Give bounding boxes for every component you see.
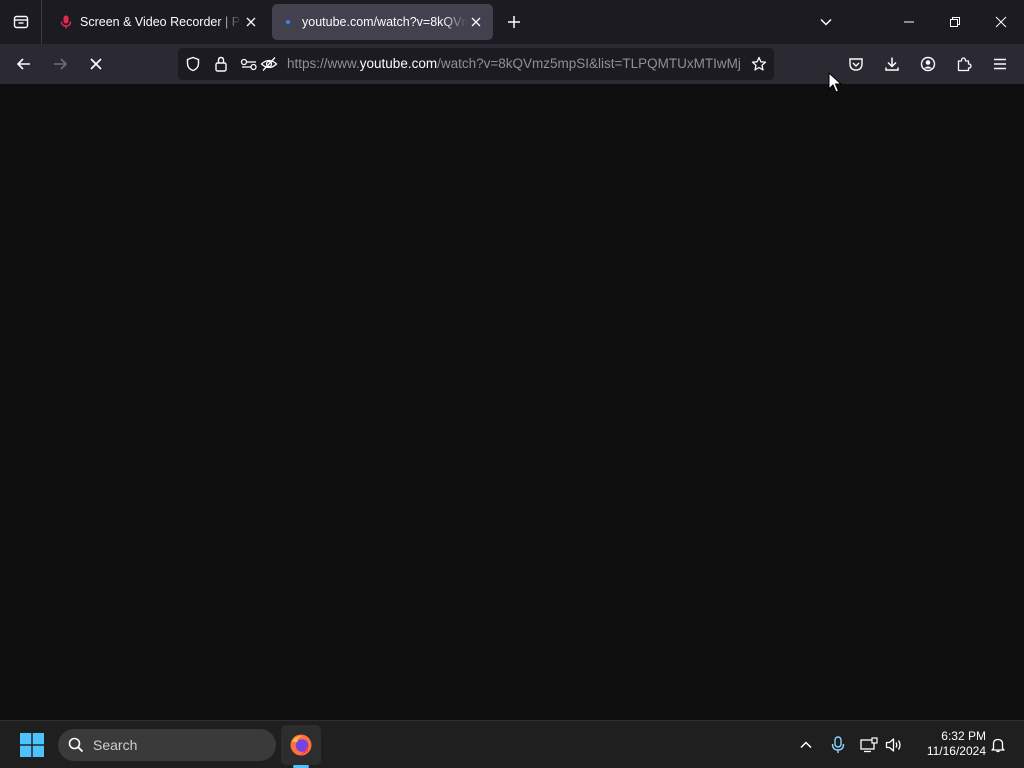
search-icon (68, 737, 84, 753)
navigation-toolbar: https://www.youtube.com/watch?v=8kQVmz5m… (0, 44, 1024, 84)
close-icon (995, 16, 1007, 28)
microphone-in-use-button[interactable] (824, 729, 852, 761)
minimize-button[interactable] (886, 0, 932, 44)
network-button[interactable] (855, 729, 883, 761)
notifications-button[interactable] (984, 729, 1012, 761)
firefox-view-button[interactable] (0, 0, 42, 44)
firefox-icon (290, 734, 312, 756)
bell-icon (991, 738, 1005, 753)
stop-loading-button[interactable] (80, 48, 112, 80)
tab-title: Screen & Video Recorder | Panopto (80, 15, 242, 29)
windows-taskbar: Search 6:32 PM 11/16/2024 (0, 720, 1024, 768)
mouse-cursor-icon (828, 72, 842, 93)
show-hidden-icons-button[interactable] (792, 729, 820, 761)
tab-panopto[interactable]: Screen & Video Recorder | Panopto (50, 4, 268, 40)
close-tab-icon[interactable] (242, 13, 260, 31)
tab-title: youtube.com/watch?v=8kQVmz5mpSI (302, 15, 467, 29)
new-tab-button[interactable] (503, 11, 525, 33)
microphone-icon (831, 736, 845, 753)
back-button[interactable] (8, 48, 40, 80)
url-host: youtube.com (359, 56, 438, 71)
arrow-left-icon (16, 58, 30, 70)
tracking-protection-icon[interactable] (257, 48, 281, 80)
restore-icon (950, 17, 960, 27)
close-tab-icon[interactable] (467, 13, 485, 31)
url-field[interactable]: https://www.youtube.com/watch?v=8kQVmz5m… (287, 48, 741, 80)
microphone-icon (58, 14, 74, 30)
hamburger-menu-icon (994, 58, 1006, 70)
account-icon (920, 56, 936, 72)
chevron-down-icon (820, 18, 832, 26)
url-path: /watch?v=8kQVmz5mpSI&list=TLPQMTUxMTIwMj… (437, 56, 741, 71)
stop-icon (90, 58, 102, 70)
loading-dot-icon (280, 14, 296, 30)
download-icon (885, 57, 899, 71)
clock-time: 6:32 PM (941, 729, 986, 743)
list-all-tabs-button[interactable] (815, 11, 837, 33)
page-content[interactable] (0, 84, 1024, 720)
arrow-right-icon (54, 58, 68, 70)
puzzle-piece-icon (957, 57, 972, 72)
restore-button[interactable] (932, 0, 978, 44)
network-icon (860, 737, 878, 753)
url-prefix: https://www. (287, 56, 360, 71)
downloads-button[interactable] (876, 48, 908, 80)
start-button[interactable] (12, 725, 52, 765)
volume-button[interactable] (880, 729, 908, 761)
windows-logo-icon (20, 733, 44, 757)
shield-icon[interactable] (181, 48, 205, 80)
bookmark-star-icon[interactable] (746, 48, 772, 80)
tab-youtube[interactable]: youtube.com/watch?v=8kQVmz5mpSI (272, 4, 493, 40)
minimize-icon (904, 21, 914, 23)
close-window-button[interactable] (978, 0, 1024, 44)
app-menu-button[interactable] (984, 48, 1016, 80)
forward-button[interactable] (44, 48, 76, 80)
system-clock[interactable]: 6:32 PM 11/16/2024 (914, 729, 986, 759)
address-bar[interactable]: https://www.youtube.com/watch?v=8kQVmz5m… (178, 48, 774, 80)
taskbar-firefox-button[interactable] (281, 725, 321, 765)
account-button[interactable] (912, 48, 944, 80)
firefox-view-icon (13, 15, 28, 29)
tab-strip: Screen & Video Recorder | Panopto youtub… (0, 0, 1024, 44)
speaker-icon (885, 738, 901, 752)
search-label: Search (93, 737, 138, 753)
pocket-icon (849, 58, 863, 71)
lock-icon[interactable] (209, 48, 233, 80)
plus-icon (508, 16, 520, 28)
clock-date: 11/16/2024 (926, 744, 986, 758)
chevron-up-icon (800, 741, 812, 749)
pocket-button[interactable] (840, 48, 872, 80)
screen: Screen & Video Recorder | Panopto youtub… (0, 0, 1024, 768)
extensions-button[interactable] (948, 48, 980, 80)
taskbar-search-box[interactable]: Search (58, 729, 276, 761)
